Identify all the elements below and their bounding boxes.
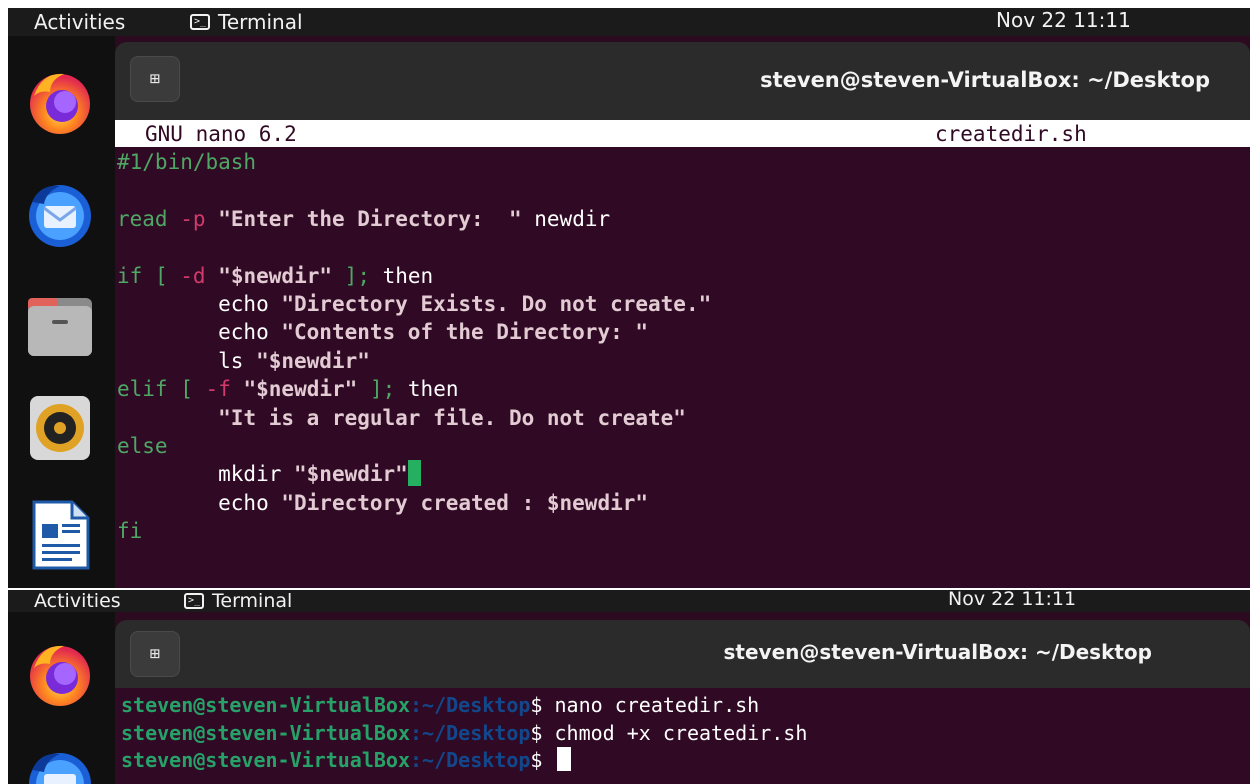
prompt-user: steven@steven-VirtualBox [121, 748, 410, 772]
clock[interactable]: Nov 22 11:11 [948, 590, 1076, 610]
dock [8, 36, 115, 588]
thunderbird-icon[interactable] [24, 178, 96, 250]
app-name: Terminal [212, 590, 293, 612]
thunderbird-icon[interactable] [24, 746, 96, 784]
code-line: else [117, 434, 168, 459]
terminal-screenshot: Activities >_ Terminal Nov 22 11:11 ⊞ st… [8, 590, 1250, 784]
nano-editor-buffer[interactable]: #1/bin/bash read -p "Enter the Directory… [117, 148, 711, 546]
app-name: Terminal [218, 10, 303, 34]
code-line: fi [117, 519, 143, 544]
prompt-user: steven@steven-VirtualBox [121, 720, 410, 745]
prompt-path: :~/Desktop [409, 748, 531, 772]
prompt-path: :~/Desktop [409, 720, 531, 745]
terminal-icon: >_ [190, 14, 210, 30]
terminal-header-bar: ⊞ steven@steven-VirtualBox: ~/Desktop [115, 620, 1250, 688]
code-line: echo "Directory created : $newdir" [117, 490, 649, 515]
files-icon[interactable] [24, 290, 96, 362]
nano-filename: createdir.sh [935, 122, 1087, 146]
window-title: steven@steven-VirtualBox: ~/Desktop [760, 68, 1210, 92]
code-line: if [ -d "$newdir" ]; then [117, 263, 434, 288]
nano-version: GNU nano 6.2 [145, 122, 297, 146]
code-line: echo "Contents of the Directory: " [117, 320, 649, 345]
command-text: chmod +x createdir.sh [554, 720, 808, 745]
terminal-output[interactable]: steven@steven-VirtualBox:~/Desktop$ nano… [121, 692, 807, 775]
nano-editor-screenshot: Activities >_ Terminal Nov 22 11:11 ⊞ st… [8, 8, 1250, 588]
new-tab-button[interactable]: ⊞ [130, 56, 180, 102]
dock [8, 612, 115, 784]
app-menu-terminal[interactable]: >_ Terminal [184, 590, 292, 612]
terminal-line: steven@steven-VirtualBox:~/Desktop$ nano… [121, 693, 759, 717]
terminal-line: steven@steven-VirtualBox:~/Desktop$ [121, 747, 571, 772]
new-tab-button[interactable]: ⊞ [130, 631, 180, 677]
command-text: nano createdir.sh [554, 693, 760, 717]
window-title: steven@steven-VirtualBox: ~/Desktop [723, 640, 1152, 664]
code-line: mkdir "$newdir" [117, 460, 421, 487]
terminal-line: steven@steven-VirtualBox:~/Desktop$ chmo… [121, 721, 807, 745]
prompt-path: :~/Desktop [409, 693, 531, 717]
prompt-symbol: $ [530, 720, 555, 745]
top-bar: Activities >_ Terminal Nov 22 11:11 [8, 8, 1250, 36]
code-line: #1/bin/bash [117, 150, 257, 174]
terminal-content[interactable]: steven@steven-VirtualBox:~/Desktop$ nano… [115, 688, 1250, 784]
top-bar: Activities >_ Terminal Nov 22 11:11 [8, 590, 1250, 612]
libreoffice-writer-icon[interactable] [24, 498, 96, 570]
nano-title-bar: GNU nano 6.2 createdir.sh [115, 120, 1250, 147]
terminal-icon: >_ [184, 593, 204, 609]
code-line: read -p "Enter the Directory: " newdir [117, 206, 611, 231]
app-menu-terminal[interactable]: >_ Terminal [190, 10, 303, 34]
prompt-user: steven@steven-VirtualBox [121, 693, 410, 717]
terminal-content[interactable]: GNU nano 6.2 createdir.sh #1/bin/bash re… [115, 120, 1250, 588]
code-line: "It is a regular file. Do not create" [218, 405, 686, 430]
firefox-icon[interactable] [24, 66, 96, 138]
prompt-symbol: $ [530, 693, 555, 717]
code-line: elif [ -f "$newdir" ]; then [117, 377, 459, 402]
activities-button[interactable]: Activities [34, 590, 121, 612]
prompt-symbol: $ [530, 748, 555, 772]
code-line: echo "Directory Exists. Do not create." [117, 292, 712, 317]
text-cursor [407, 460, 421, 487]
terminal-cursor [556, 747, 571, 771]
clock[interactable]: Nov 22 11:11 [996, 8, 1131, 32]
terminal-header-bar: ⊞ steven@steven-VirtualBox: ~/Desktop [115, 42, 1250, 120]
firefox-icon[interactable] [24, 638, 96, 710]
activities-button[interactable]: Activities [34, 10, 125, 34]
code-line: ls "$newdir" [117, 348, 370, 373]
rhythmbox-icon[interactable] [24, 390, 96, 462]
